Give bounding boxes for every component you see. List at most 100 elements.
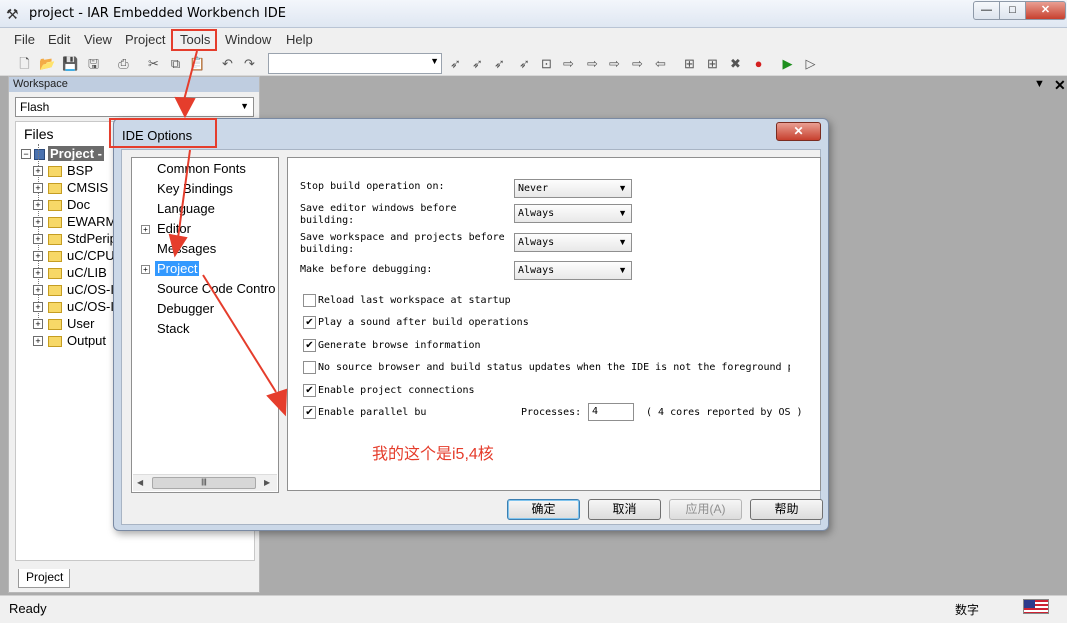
tree-item-label: CMSIS — [67, 180, 109, 195]
processes-input[interactable]: 4 — [588, 403, 634, 421]
menu-edit[interactable]: Edit — [48, 32, 70, 47]
category-editor[interactable]: Editor — [157, 221, 191, 236]
copy-icon[interactable]: ⧉ — [167, 55, 184, 72]
folder-icon — [48, 302, 62, 313]
expand-icon[interactable]: + — [33, 268, 43, 278]
config-select[interactable]: Flash ▼ — [15, 97, 254, 117]
expand-icon[interactable]: + — [33, 183, 43, 193]
save-editor-select[interactable]: Always ▼ — [514, 204, 632, 223]
tree-item-label: uC/OS-II — [67, 299, 118, 314]
prev-bookmark-icon[interactable]: ⇨ — [629, 55, 646, 72]
expand-icon[interactable]: + — [33, 251, 43, 261]
save-workspace-select[interactable]: Always ▼ — [514, 233, 632, 252]
category-source-code-control[interactable]: Source Code Contro — [157, 281, 276, 296]
nav-back-icon[interactable]: ⇦ — [652, 55, 669, 72]
find-combo[interactable]: ▼ — [268, 53, 442, 74]
category-key-bindings[interactable]: Key Bindings — [157, 181, 233, 196]
expand-icon[interactable]: + — [141, 225, 150, 234]
find-next-icon[interactable]: ➶ — [469, 55, 486, 72]
open-icon[interactable]: 📂 — [39, 55, 56, 72]
find-prev-icon[interactable]: ➶ — [491, 55, 508, 72]
bookmark-icon[interactable]: ⇨ — [584, 55, 601, 72]
folder-icon — [48, 234, 62, 245]
expand-icon[interactable]: + — [33, 217, 43, 227]
menu-project[interactable]: Project — [125, 32, 165, 47]
scrollbar-thumb[interactable]: ||| — [152, 477, 256, 489]
chevron-down-icon[interactable]: ▼ — [1034, 78, 1045, 90]
reload-workspace-label: Reload last workspace at startup — [318, 295, 511, 306]
tree-item-label: uC/CPU — [67, 248, 115, 263]
close-button[interactable]: ✕ — [1025, 1, 1066, 20]
category-stack[interactable]: Stack — [157, 321, 190, 336]
breakpoint-icon[interactable]: ● — [750, 55, 767, 72]
workspace-tab-project[interactable]: Project — [18, 569, 70, 588]
annotation-note: 我的这个是i5,4核 — [372, 446, 494, 463]
expand-icon[interactable]: + — [33, 319, 43, 329]
goto-icon[interactable]: ⇨ — [560, 55, 577, 72]
debug-icon[interactable]: ▶ — [779, 55, 796, 72]
menu-file[interactable]: File — [14, 32, 35, 47]
stop-build-icon[interactable]: ✖ — [727, 55, 744, 72]
menu-window[interactable]: Window — [225, 32, 271, 47]
setting-save-workspace-label: Save workspace and projects before build… — [300, 232, 505, 255]
dialog-body: Common Fonts Key Bindings Language + Edi… — [121, 149, 823, 525]
find-in-files-icon[interactable]: ➶ — [516, 55, 533, 72]
menu-view[interactable]: View — [84, 32, 112, 47]
collapse-icon[interactable]: − — [21, 149, 31, 159]
make-icon[interactable]: ⊞ — [704, 55, 721, 72]
save-all-icon[interactable]: 🖫 — [85, 55, 102, 72]
dialog-close-button[interactable]: ✕ — [776, 122, 821, 141]
paste-icon[interactable]: 📋 — [189, 55, 206, 72]
new-file-icon[interactable]: 🗋 — [16, 55, 33, 72]
cut-icon[interactable]: ✂ — [145, 55, 162, 72]
setting-save-editor-label: Save editor windows before building: — [300, 203, 457, 226]
stop-build-select[interactable]: Never ▼ — [514, 179, 632, 198]
language-flag-icon[interactable] — [1023, 599, 1049, 614]
toolbar: 🗋 📂 💾 🖫 ⎙ ✂ ⧉ 📋 ↶ ↷ ▼ ➶ ➶ ➶ ➶ ⊡ ⇨ ⇨ ⇨ ⇨ … — [0, 51, 1067, 76]
horizontal-scrollbar[interactable]: ◀ ||| ▶ — [133, 474, 277, 491]
expand-icon[interactable]: + — [33, 200, 43, 210]
category-language[interactable]: Language — [157, 201, 215, 216]
save-icon[interactable]: 💾 — [62, 55, 79, 72]
next-bookmark-icon[interactable]: ⇨ — [606, 55, 623, 72]
expand-icon[interactable]: + — [33, 285, 43, 295]
processes-label: Processes: — [521, 407, 582, 418]
tree-item-label: Output — [67, 333, 107, 348]
parallel-build-checkbox[interactable]: ✔ — [303, 406, 316, 419]
scroll-right-icon[interactable]: ▶ — [264, 478, 270, 487]
minimize-button[interactable]: — — [973, 1, 1000, 20]
maximize-button[interactable]: □ — [999, 1, 1026, 20]
ok-button[interactable]: 确定 — [507, 499, 580, 520]
category-debugger[interactable]: Debugger — [157, 301, 214, 316]
make-before-debug-select[interactable]: Always ▼ — [514, 261, 632, 280]
replace-icon[interactable]: ⊡ — [538, 55, 555, 72]
expand-icon[interactable]: + — [141, 265, 150, 274]
print-icon[interactable]: ⎙ — [115, 55, 132, 72]
expand-icon[interactable]: + — [33, 336, 43, 346]
redo-icon[interactable]: ↷ — [241, 55, 258, 72]
debug-no-download-icon[interactable]: ▷ — [802, 55, 819, 72]
play-sound-checkbox[interactable]: ✔ — [303, 316, 316, 329]
no-source-browser-checkbox[interactable] — [303, 361, 316, 374]
find-icon[interactable]: ➶ — [447, 55, 464, 72]
cancel-button[interactable]: 取消 — [588, 499, 661, 520]
category-messages[interactable]: Messages — [157, 241, 216, 256]
expand-icon[interactable]: + — [33, 234, 43, 244]
category-common-fonts[interactable]: Common Fonts — [157, 161, 246, 176]
scroll-left-icon[interactable]: ◀ — [137, 478, 143, 487]
compile-icon[interactable]: ⊞ — [681, 55, 698, 72]
workspace-header: Workspace — [9, 77, 259, 92]
browse-info-checkbox[interactable]: ✔ — [303, 339, 316, 352]
help-button[interactable]: 帮助 — [750, 499, 823, 520]
apply-button[interactable]: 应用(A) — [669, 499, 742, 520]
folder-icon — [48, 285, 62, 296]
undo-icon[interactable]: ↶ — [219, 55, 236, 72]
expand-icon[interactable]: + — [33, 302, 43, 312]
menu-help[interactable]: Help — [286, 32, 313, 47]
expand-icon[interactable]: + — [33, 166, 43, 176]
project-connections-checkbox[interactable]: ✔ — [303, 384, 316, 397]
reload-workspace-checkbox[interactable] — [303, 294, 316, 307]
close-icon[interactable]: ✕ — [1054, 77, 1066, 94]
folder-icon — [48, 217, 62, 228]
category-project[interactable]: Project — [155, 261, 200, 276]
